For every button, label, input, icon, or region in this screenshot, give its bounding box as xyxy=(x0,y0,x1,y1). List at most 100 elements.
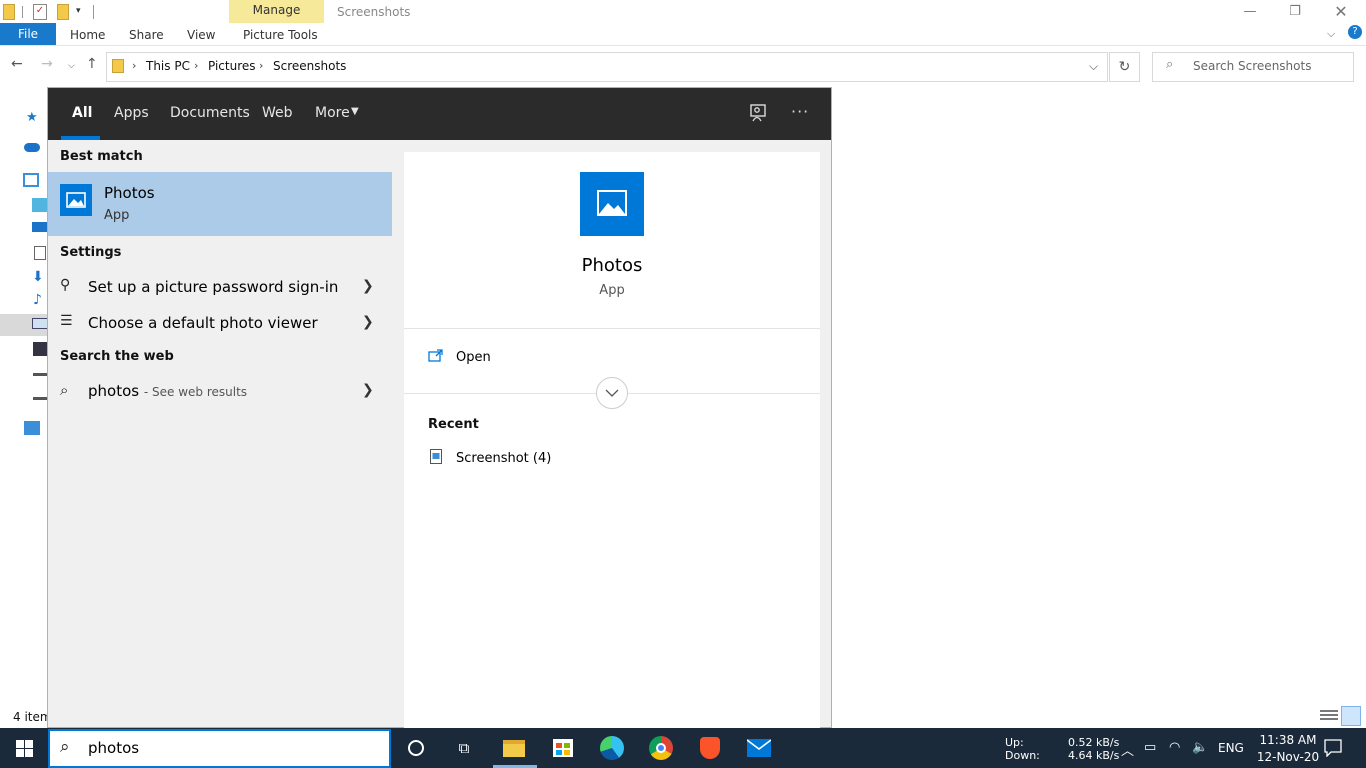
clock-time[interactable]: 11:38 AM xyxy=(1256,733,1320,747)
open-icon xyxy=(428,349,443,362)
tab-home[interactable]: Home xyxy=(70,28,105,42)
chevron-right-icon[interactable]: › xyxy=(259,59,263,72)
documents-icon[interactable] xyxy=(34,246,46,260)
up-arrow-icon[interactable]: ↑ xyxy=(86,56,98,72)
customize-quick-access-icon[interactable]: ▾ xyxy=(76,6,81,16)
title-bar xyxy=(0,0,1366,23)
onedrive-icon[interactable] xyxy=(24,143,40,152)
chevron-up-icon[interactable]: ︿ xyxy=(1121,740,1134,759)
start-button[interactable] xyxy=(0,728,48,768)
back-arrow-icon[interactable]: ← xyxy=(11,56,23,72)
this-pc-icon[interactable] xyxy=(23,173,39,187)
tab-apps[interactable]: Apps xyxy=(114,105,149,121)
list-settings-icon: ☰ xyxy=(60,313,73,329)
desktop-icon[interactable] xyxy=(32,222,48,232)
wifi-icon[interactable]: ◠ xyxy=(1169,740,1180,755)
pictures-icon[interactable] xyxy=(32,318,48,329)
photos-app-icon xyxy=(60,184,92,216)
notifications-icon[interactable] xyxy=(1324,739,1342,757)
expand-button[interactable] xyxy=(596,377,628,409)
chevron-right-icon[interactable]: ❯ xyxy=(362,314,374,330)
refresh-icon[interactable]: ↻ xyxy=(1109,52,1140,82)
language-indicator[interactable]: ENG xyxy=(1218,741,1244,755)
chrome-icon xyxy=(649,736,673,760)
quick-access-star-icon[interactable]: ★ xyxy=(26,110,42,125)
feedback-icon[interactable] xyxy=(749,104,767,122)
brave-icon xyxy=(700,737,720,759)
tab-file[interactable]: File xyxy=(0,23,56,45)
restore-button[interactable]: ❐ xyxy=(1272,0,1318,23)
cortana-icon xyxy=(408,740,424,756)
recent-locations-icon[interactable]: ⌵ xyxy=(68,61,75,71)
caret-down-icon[interactable]: ▼ xyxy=(351,106,359,117)
large-icons-view-icon[interactable] xyxy=(1341,706,1361,726)
chrome-app[interactable] xyxy=(637,728,685,768)
separator xyxy=(22,6,23,18)
edge-app[interactable] xyxy=(588,728,636,768)
breadcrumb-this-pc[interactable]: This PC xyxy=(146,59,190,73)
store-icon xyxy=(553,739,573,757)
web-query: photos xyxy=(88,382,140,400)
address-dropdown-icon[interactable]: ⌵ xyxy=(1089,59,1098,74)
file-explorer-app[interactable] xyxy=(490,728,538,768)
settings-item-label: Set up a picture password sign-in xyxy=(88,278,339,296)
chevron-right-icon[interactable]: › xyxy=(132,59,136,72)
network-icon[interactable] xyxy=(24,421,40,435)
expand-ribbon-icon[interactable]: ⌵ xyxy=(1327,27,1335,41)
key-icon: ⚲ xyxy=(60,277,71,293)
settings-heading: Settings xyxy=(60,245,122,260)
preview-subtitle: App xyxy=(599,283,625,298)
chevron-right-icon[interactable]: ❯ xyxy=(362,382,374,398)
net-up-value: 0.52 kB/s xyxy=(1068,736,1120,749)
recent-heading: Recent xyxy=(428,417,479,432)
volume-icon[interactable]: 🔈 xyxy=(1192,740,1208,755)
net-down-value: 4.64 kB/s xyxy=(1068,749,1120,762)
web-result-text: photos - See web results xyxy=(88,382,247,400)
search-icon: ⌕ xyxy=(60,381,69,399)
manage-group-label: Manage xyxy=(252,3,301,17)
status-item-count: 4 item xyxy=(13,710,52,724)
best-match-subtitle: App xyxy=(104,208,130,223)
mail-icon xyxy=(747,739,771,757)
task-view-icon[interactable]: ⧉ xyxy=(440,728,488,768)
chevron-down-icon xyxy=(605,389,619,397)
tab-share[interactable]: Share xyxy=(129,28,164,42)
mail-app[interactable] xyxy=(735,728,783,768)
search-placeholder: Search Screenshots xyxy=(1193,59,1312,73)
close-button[interactable]: ✕ xyxy=(1318,0,1364,23)
address-bar[interactable] xyxy=(106,52,1108,82)
tab-view[interactable]: View xyxy=(187,28,215,42)
breadcrumb-pictures[interactable]: Pictures xyxy=(208,59,256,73)
forward-arrow-icon[interactable]: → xyxy=(41,56,53,72)
tab-picture-tools[interactable]: Picture Tools xyxy=(243,28,318,42)
tab-more[interactable]: More xyxy=(315,105,350,121)
net-down-label: Down: xyxy=(1005,749,1040,762)
tab-web[interactable]: Web xyxy=(262,105,293,121)
details-view-icon[interactable] xyxy=(1320,708,1338,724)
battery-icon[interactable]: ▭ xyxy=(1144,740,1156,755)
minimize-button[interactable]: — xyxy=(1227,0,1273,23)
cortana-button[interactable] xyxy=(392,728,440,768)
microsoft-store-app[interactable] xyxy=(539,728,587,768)
properties-icon[interactable]: ✓ xyxy=(33,4,47,20)
net-up-label: Up: xyxy=(1005,736,1024,749)
windows-logo-icon xyxy=(15,739,33,757)
taskbar-search-text: photos xyxy=(88,739,140,757)
preview-title: Photos xyxy=(581,255,643,276)
chevron-right-icon[interactable]: › xyxy=(194,59,198,72)
breadcrumb-screenshots[interactable]: Screenshots xyxy=(273,59,346,73)
brave-app[interactable] xyxy=(686,728,734,768)
clock-date[interactable]: 12-Nov-20 xyxy=(1256,750,1320,764)
tab-all[interactable]: All xyxy=(72,105,92,121)
more-options-icon[interactable]: ··· xyxy=(791,102,809,121)
3d-objects-icon[interactable] xyxy=(32,198,48,212)
downloads-icon[interactable]: ⬇ xyxy=(32,269,48,285)
best-match-result[interactable] xyxy=(48,172,392,236)
best-match-heading: Best match xyxy=(60,149,143,164)
folder-icon xyxy=(503,739,525,757)
new-folder-icon[interactable] xyxy=(57,4,69,20)
search-icon: ⌕ xyxy=(1166,57,1174,72)
tab-documents[interactable]: Documents xyxy=(170,105,250,121)
chevron-right-icon[interactable]: ❯ xyxy=(362,278,374,294)
help-icon[interactable]: ? xyxy=(1348,25,1362,39)
